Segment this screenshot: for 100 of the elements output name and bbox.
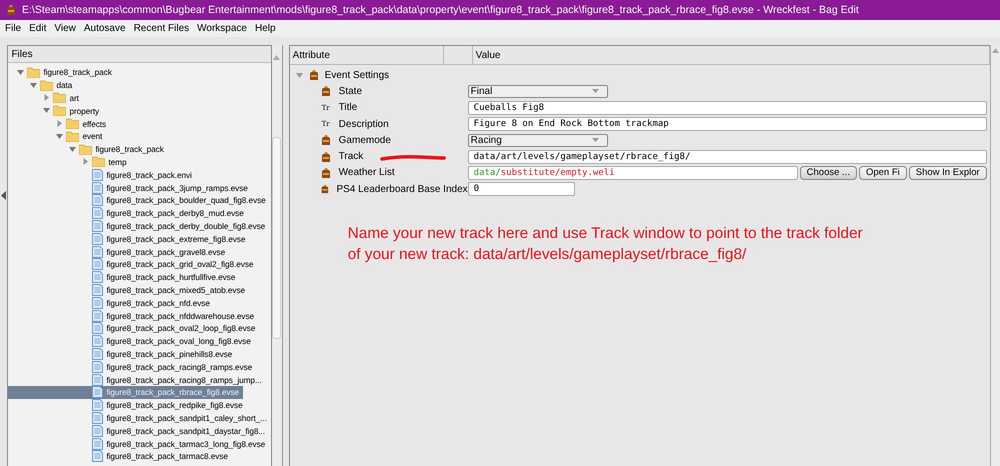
tree-item[interactable]: figure8_track_pack_3jump_ramps.evse xyxy=(8,181,252,194)
tree-item[interactable]: data xyxy=(8,78,76,92)
bag-icon xyxy=(320,134,332,146)
tree-item[interactable]: figure8_track_pack.envi xyxy=(8,168,196,182)
tree-item[interactable]: figure8_track_pack_racing8_ramps_jump... xyxy=(8,373,266,386)
file-icon xyxy=(92,284,104,296)
folder-icon xyxy=(66,118,80,130)
folder-icon xyxy=(92,156,106,168)
attribute-label: State xyxy=(338,86,362,97)
folder-icon xyxy=(79,144,92,155)
menu-item[interactable]: Help xyxy=(250,23,280,34)
tree-item[interactable]: figure8_track_pack_sandpit1_caley_short_... xyxy=(8,412,271,424)
file-icon xyxy=(92,168,104,181)
file-icon xyxy=(92,232,104,245)
file-path-field[interactable]: data/substitute/empty.weli xyxy=(468,166,798,180)
expand-arrow-icon[interactable] xyxy=(82,158,89,166)
tree-item[interactable]: figure8_track_pack_redpike_fig8.evse xyxy=(8,398,247,412)
tree-item[interactable]: figure8_track_pack_oval_long_fig8.evse xyxy=(8,334,255,348)
scroll-up-icon[interactable] xyxy=(992,48,999,53)
scribble-mark xyxy=(380,154,446,161)
file-icon xyxy=(92,310,104,322)
menu-item[interactable]: Edit xyxy=(25,23,50,34)
column-header[interactable] xyxy=(444,46,473,64)
tree-item[interactable]: figure8_track_pack_oval2_loop_fig8.evse xyxy=(8,322,260,335)
file-icon xyxy=(92,322,104,334)
file-icon xyxy=(92,412,104,424)
attribute-label: PS4 Leaderboard Base Index xyxy=(336,184,468,195)
column-header[interactable]: Files xyxy=(8,46,272,63)
tree-item[interactable]: figure8_track_pack_boulder_quad_fig8.evse xyxy=(8,194,270,207)
attribute-label: Gamemode xyxy=(338,134,391,146)
file-icon xyxy=(92,386,104,398)
expand-arrow-icon[interactable] xyxy=(56,120,63,128)
tree-item[interactable]: figure8_track_pack_racing8_ramps.evse xyxy=(8,360,256,374)
folder-icon xyxy=(53,105,66,116)
attribute-label: Track xyxy=(338,151,364,162)
text-field[interactable]: data/art/levels/gameplayset/rbrace_fig8/ xyxy=(468,150,987,164)
menu-item[interactable]: Workspace xyxy=(193,23,251,34)
file-icon xyxy=(92,348,104,360)
tree-item[interactable]: figure8_track_pack_extreme_fig8.evse xyxy=(8,232,250,246)
file-icon xyxy=(92,450,104,462)
dropdown[interactable]: Final xyxy=(468,84,608,98)
file-button[interactable]: Show In Explor xyxy=(908,166,987,180)
file-icon xyxy=(92,374,104,386)
menu-item[interactable]: Recent Files xyxy=(130,23,194,34)
bag-icon xyxy=(320,85,332,98)
tree-item[interactable]: figure8_track_pack_pinehills8.evse xyxy=(8,348,236,360)
scrollbar[interactable] xyxy=(272,45,283,466)
tree-item[interactable]: figure8_track_pack_sandpit1_daystar_fig8... xyxy=(8,424,269,438)
menu-item[interactable]: Autosave xyxy=(80,23,130,34)
menu-item[interactable]: File xyxy=(1,23,26,34)
tree-item[interactable]: figure8_track_pack_derby_double_fig8.evse xyxy=(8,220,270,232)
file-icon xyxy=(92,258,104,270)
text-field[interactable]: Figure 8 on End Rock Bottom trackmap xyxy=(468,117,987,132)
folder-icon xyxy=(40,80,54,91)
tree-item[interactable]: figure8_track_pack xyxy=(8,142,168,156)
tree-item[interactable]: figure8_track_pack_mixed5_atob.evse xyxy=(8,284,250,296)
scroll-thumb[interactable] xyxy=(272,137,282,339)
folder-icon xyxy=(53,92,66,104)
tree-item[interactable]: figure8_track_pack_tarmac3_long_fig8.evse xyxy=(8,437,270,450)
number-field[interactable]: 0 xyxy=(468,182,575,196)
window-title: E:\Steam\steamapps\common\Bugbear Entertainment\mods\figure8_track_pack\data\property\event\figure8_track_pack\figure8_track_pack_rbrace_fig8.evse - Wreckfest - Bag Edit xyxy=(22,4,859,16)
tree-item[interactable]: figure8_track_pack_rbrace_fig8.evse xyxy=(8,386,244,399)
folder-icon xyxy=(27,66,40,78)
folder-icon xyxy=(66,130,80,142)
tree-item[interactable]: property xyxy=(8,104,104,118)
file-icon xyxy=(92,335,104,348)
column-header[interactable]: Attribute xyxy=(290,46,444,64)
menu-item[interactable]: View xyxy=(50,23,80,34)
collapse-arrow-icon[interactable] xyxy=(296,72,303,79)
scroll-up-icon[interactable] xyxy=(273,55,280,60)
tree-item[interactable]: figure8_track_pack_gravel8.evse xyxy=(8,245,230,258)
file-button[interactable]: Open Fi xyxy=(858,166,907,180)
tree-item[interactable]: figure8_track_pack_hurtfullfive.evse xyxy=(8,270,240,284)
tree-item[interactable]: effects xyxy=(8,117,110,130)
file-icon xyxy=(92,360,104,373)
tree-item[interactable]: figure8_track_pack_grid_oval2_fig8.evse xyxy=(8,258,258,271)
tree-item[interactable]: event xyxy=(8,130,106,143)
tree-item[interactable]: figure8_track_pack xyxy=(8,66,116,79)
file-button[interactable]: Choose ... xyxy=(800,166,857,180)
file-icon xyxy=(92,207,104,220)
file-icon xyxy=(92,399,104,412)
tree-item[interactable]: figure8_track_pack_nfddwarehouse.evse xyxy=(8,309,258,322)
tree-item[interactable]: temp xyxy=(8,156,130,168)
attribute-label: Title xyxy=(338,102,358,114)
path-text: substitute/empty.weli xyxy=(500,168,615,178)
tree-item[interactable]: figure8_track_pack_tarmac8.evse xyxy=(8,450,232,463)
tree-item[interactable]: figure8_track_pack_nfd.evse xyxy=(8,296,214,310)
file-icon xyxy=(92,194,104,206)
bag-icon xyxy=(5,4,17,16)
bag-icon xyxy=(308,69,320,82)
scrollbar[interactable] xyxy=(990,45,1000,466)
tree-item[interactable]: art xyxy=(8,92,83,104)
dropdown[interactable]: Racing xyxy=(468,134,608,147)
text-field[interactable]: Cueballs Fig8 xyxy=(468,100,987,115)
column-header[interactable]: Value xyxy=(472,46,990,64)
annotation-text: Name your new track here and use Track window to point to the track folder of your new track: data/art/levels/gameplayset/rbrace_fig8/ xyxy=(348,224,863,266)
expand-arrow-icon[interactable] xyxy=(42,94,50,102)
tree-item[interactable]: figure8_track_pack_derby8_mud.evse xyxy=(8,206,248,220)
file-icon xyxy=(92,182,104,194)
collapse-arrow-icon[interactable] xyxy=(42,107,50,114)
